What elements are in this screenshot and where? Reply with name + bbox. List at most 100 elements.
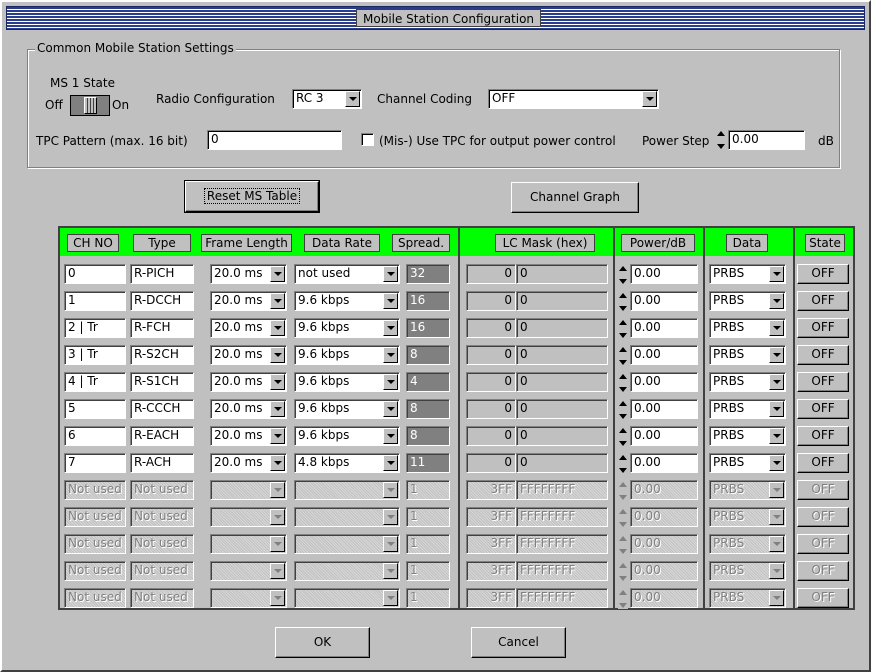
frame-length-select[interactable]: 20.0 ms [210, 426, 287, 446]
lc-mask-high-cell[interactable]: 0 [466, 318, 516, 338]
lc-mask-high-cell[interactable]: 0 [466, 264, 516, 284]
chevron-down-icon[interactable] [383, 347, 398, 363]
state-button[interactable]: OFF [797, 291, 849, 311]
data-rate-select[interactable]: 9.6 kbps [294, 372, 400, 392]
spread-cell[interactable]: 8 [406, 399, 450, 419]
data-source-select[interactable]: PRBS [709, 291, 786, 311]
lc-mask-high-cell[interactable]: 0 [466, 291, 516, 311]
chevron-down-icon[interactable] [270, 455, 285, 471]
mis-use-tpc-checkbox[interactable] [361, 133, 374, 146]
spread-cell[interactable]: 8 [406, 426, 450, 446]
spread-cell[interactable]: 8 [406, 345, 450, 365]
power-step-input[interactable]: 0.00 [728, 130, 805, 150]
state-button[interactable]: OFF [797, 372, 849, 392]
lc-mask-low-cell[interactable]: 0 [516, 399, 608, 419]
data-rate-select[interactable]: 9.6 kbps [294, 399, 400, 419]
chevron-down-icon[interactable] [642, 91, 657, 107]
lc-mask-high-cell[interactable]: 0 [466, 345, 516, 365]
chevron-down-icon[interactable] [270, 320, 285, 336]
power-step-spinner[interactable] [716, 130, 726, 150]
frame-length-select[interactable]: 20.0 ms [210, 318, 287, 338]
lc-mask-low-cell[interactable]: 0 [516, 291, 608, 311]
ch-no-cell[interactable]: 5 [64, 399, 126, 419]
chevron-down-icon[interactable] [383, 401, 398, 417]
chevron-down-icon[interactable] [383, 266, 398, 282]
data-rate-select[interactable]: 4.8 kbps [294, 453, 400, 473]
frame-length-select[interactable]: 20.0 ms [210, 264, 287, 284]
spread-cell[interactable]: 32 [406, 264, 450, 284]
lc-mask-low-cell[interactable]: 0 [516, 318, 608, 338]
chevron-down-icon[interactable] [270, 266, 285, 282]
power-input[interactable]: 0.00 [630, 453, 698, 473]
chevron-down-icon[interactable] [769, 428, 784, 444]
chevron-down-icon[interactable] [769, 320, 784, 336]
chevron-down-icon[interactable] [769, 401, 784, 417]
state-button[interactable]: OFF [797, 426, 849, 446]
power-input[interactable]: 0.00 [630, 426, 698, 446]
power-spinner[interactable] [618, 265, 628, 285]
chevron-down-icon[interactable] [270, 401, 285, 417]
data-source-select[interactable]: PRBS [709, 372, 786, 392]
chevron-down-icon[interactable] [345, 91, 360, 107]
data-source-select[interactable]: PRBS [709, 453, 786, 473]
ch-no-cell[interactable]: 4 | Tr [64, 372, 126, 392]
spread-cell[interactable]: 11 [406, 453, 450, 473]
lc-mask-low-cell[interactable]: 0 [516, 345, 608, 365]
spread-cell[interactable]: 4 [406, 372, 450, 392]
channel-graph-button[interactable]: Channel Graph [511, 182, 639, 213]
lc-mask-high-cell[interactable]: 0 [466, 453, 516, 473]
chevron-down-icon[interactable] [383, 293, 398, 309]
cancel-button[interactable]: Cancel [471, 627, 566, 658]
type-cell[interactable]: R-S1CH [130, 372, 194, 392]
type-cell[interactable]: R-DCCH [130, 291, 194, 311]
lc-mask-high-cell[interactable]: 0 [466, 426, 516, 446]
ch-no-cell[interactable]: 2 | Tr [64, 318, 126, 338]
chevron-down-icon[interactable] [383, 455, 398, 471]
type-cell[interactable]: R-EACH [130, 426, 194, 446]
power-spinner[interactable] [618, 346, 628, 366]
frame-length-select[interactable]: 20.0 ms [210, 345, 287, 365]
title-bar[interactable]: Mobile Station Configuration [6, 6, 865, 30]
state-button[interactable]: OFF [797, 345, 849, 365]
data-source-select[interactable]: PRBS [709, 264, 786, 284]
power-input[interactable]: 0.00 [630, 318, 698, 338]
power-spinner[interactable] [618, 454, 628, 474]
type-cell[interactable]: R-ACH [130, 453, 194, 473]
state-button[interactable]: OFF [797, 318, 849, 338]
data-rate-select[interactable]: 9.6 kbps [294, 318, 400, 338]
lc-mask-low-cell[interactable]: 0 [516, 426, 608, 446]
chevron-down-icon[interactable] [769, 455, 784, 471]
chevron-down-icon[interactable] [769, 374, 784, 390]
frame-length-select[interactable]: 20.0 ms [210, 399, 287, 419]
data-rate-select[interactable]: 9.6 kbps [294, 426, 400, 446]
ms-state-toggle[interactable] [70, 95, 110, 116]
ch-no-cell[interactable]: 3 | Tr [64, 345, 126, 365]
state-button[interactable]: OFF [797, 399, 849, 419]
chevron-down-icon[interactable] [769, 347, 784, 363]
ch-no-cell[interactable]: 6 [64, 426, 126, 446]
type-cell[interactable]: R-S2CH [130, 345, 194, 365]
power-spinner[interactable] [618, 292, 628, 312]
frame-length-select[interactable]: 20.0 ms [210, 372, 287, 392]
chevron-down-icon[interactable] [270, 293, 285, 309]
ch-no-cell[interactable]: 0 [64, 264, 126, 284]
chevron-down-icon[interactable] [383, 428, 398, 444]
chevron-down-icon[interactable] [270, 374, 285, 390]
frame-length-select[interactable]: 20.0 ms [210, 453, 287, 473]
chevron-down-icon[interactable] [769, 266, 784, 282]
chevron-down-icon[interactable] [270, 428, 285, 444]
state-button[interactable]: OFF [797, 264, 849, 284]
data-source-select[interactable]: PRBS [709, 426, 786, 446]
ch-no-cell[interactable]: 7 [64, 453, 126, 473]
spread-cell[interactable]: 16 [406, 318, 450, 338]
ok-button[interactable]: OK [275, 627, 370, 658]
ch-no-cell[interactable]: 1 [64, 291, 126, 311]
chevron-down-icon[interactable] [383, 374, 398, 390]
data-rate-select[interactable]: 9.6 kbps [294, 291, 400, 311]
power-input[interactable]: 0.00 [630, 372, 698, 392]
type-cell[interactable]: R-PICH [130, 264, 194, 284]
power-spinner[interactable] [618, 400, 628, 420]
reset-ms-table-button[interactable]: Reset MS Table [184, 180, 320, 213]
power-spinner[interactable] [618, 373, 628, 393]
data-source-select[interactable]: PRBS [709, 318, 786, 338]
